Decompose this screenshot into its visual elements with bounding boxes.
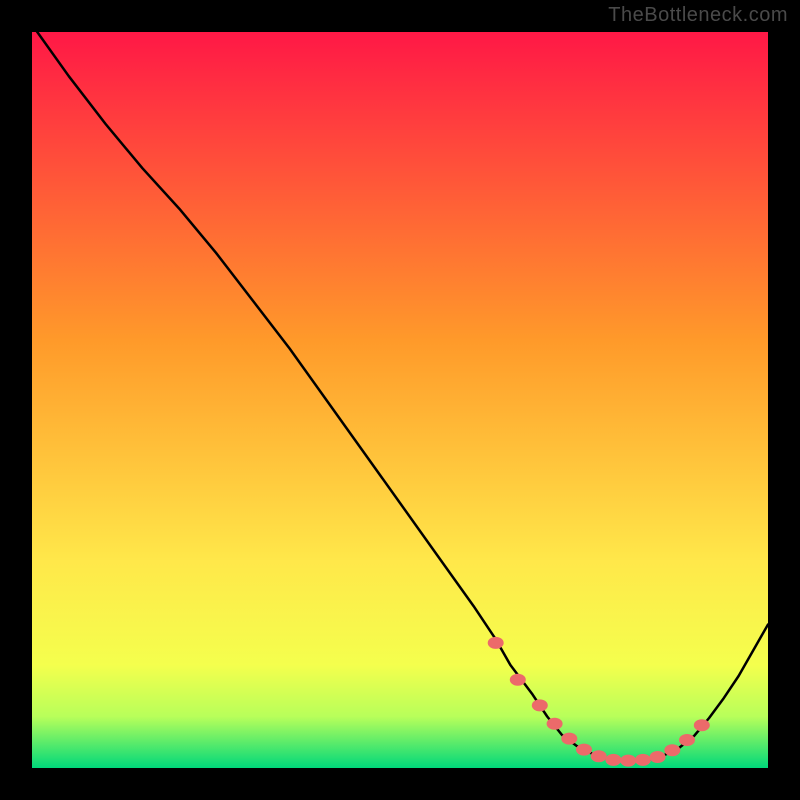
trough-marker [620,755,636,767]
trough-marker [547,718,563,730]
trough-marker [488,637,504,649]
trough-marker [532,699,548,711]
chart-overlay [32,32,768,768]
trough-marker [561,733,577,745]
trough-marker [576,744,592,756]
marker-group [488,637,710,767]
watermark-text: TheBottleneck.com [608,4,788,27]
trough-marker [679,734,695,746]
trough-marker [635,754,651,766]
trough-marker [605,754,621,766]
trough-marker [664,744,680,756]
chart-root: TheBottleneck.com [0,0,800,800]
trough-marker [650,751,666,763]
trough-marker [510,674,526,686]
bottleneck-curve [32,25,768,761]
trough-marker [591,750,607,762]
trough-marker [694,719,710,731]
